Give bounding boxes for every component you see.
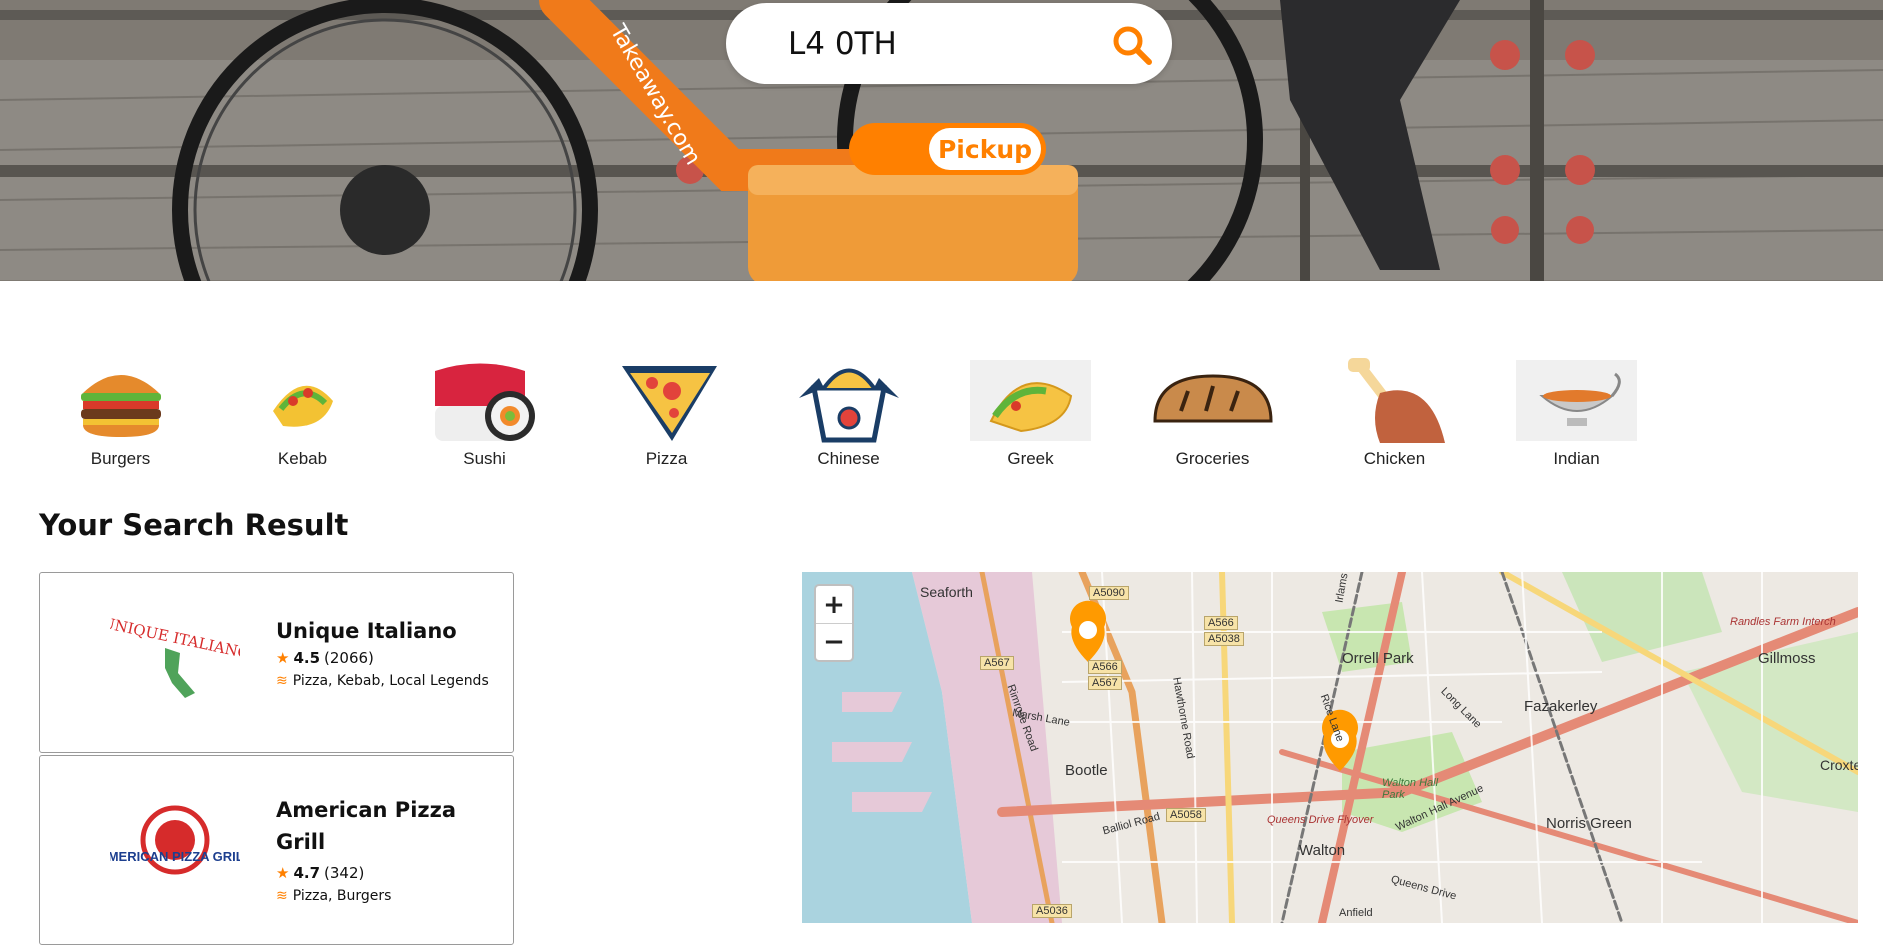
map-place-label: Croxte — [1820, 757, 1858, 773]
road-shield: A567 — [1088, 676, 1122, 690]
star-icon: ★ — [276, 649, 290, 667]
zoom-out-button[interactable]: − — [816, 623, 852, 660]
map-place-label: Walton — [1299, 842, 1346, 859]
restaurant-name[interactable]: American Pizza Grill — [276, 794, 496, 858]
road-shield: A5090 — [1089, 586, 1129, 600]
category-groceries[interactable]: Groceries — [1150, 360, 1275, 469]
category-greek[interactable]: Greek — [968, 360, 1093, 469]
road-shield: A567 — [980, 656, 1014, 670]
postcode-search-input[interactable] — [788, 25, 1088, 62]
indian-icon — [1516, 360, 1637, 441]
results-title: Your Search Result — [39, 508, 349, 542]
category-pizza[interactable]: Pizza — [604, 360, 729, 469]
category-chinese[interactable]: Chinese — [786, 360, 911, 469]
road-shield: A566 — [1204, 616, 1238, 630]
pizza-icon — [606, 360, 727, 441]
restaurant-rating: ★ 4.7 (342) — [276, 864, 365, 882]
map-place-label: Fazakerley — [1524, 698, 1598, 715]
delivery-pickup-toggle[interactable]: Pickup — [849, 123, 1046, 175]
greek-icon — [970, 360, 1091, 441]
postcode-search-box[interactable] — [726, 3, 1172, 84]
restaurant-cuisines: ≋ Pizza, Burgers — [276, 888, 392, 904]
category-sushi[interactable]: Sushi — [422, 360, 547, 469]
street-label: Anfield — [1339, 907, 1373, 919]
map-zoom-control: + − — [814, 584, 854, 662]
cuisine-icon: ≋ — [276, 888, 288, 904]
zoom-in-button[interactable]: + — [816, 586, 852, 623]
map-tiles — [802, 572, 1858, 923]
chicken-icon — [1334, 358, 1455, 443]
restaurant-card[interactable]: UNIQUE ITALIANO Unique Italiano ★ 4.5 (20… — [39, 572, 514, 753]
category-chicken[interactable]: Chicken — [1332, 358, 1457, 469]
map-place-label: Gillmoss — [1758, 650, 1816, 667]
category-indian[interactable]: Indian — [1514, 360, 1639, 469]
map-place-label: Orrell Park — [1342, 650, 1414, 667]
chinese-icon — [788, 360, 909, 443]
map-place-label: Randles Farm Interch — [1730, 616, 1836, 628]
kebab-icon — [242, 360, 363, 441]
map-place-label: Bootle — [1065, 762, 1108, 779]
pickup-option[interactable]: Pickup — [929, 128, 1041, 170]
restaurant-logo: UNIQUE ITALIANO — [101, 613, 251, 723]
road-shield: A5036 — [1032, 904, 1072, 918]
groceries-icon — [1152, 360, 1273, 441]
category-kebab[interactable]: Kebab — [240, 360, 365, 469]
road-shield: A566 — [1088, 660, 1122, 674]
restaurant-rating: ★ 4.5 (2066) — [276, 649, 374, 667]
map-place-label: Queens Drive Flyover — [1267, 814, 1374, 826]
search-icon[interactable] — [1110, 23, 1154, 67]
road-shield: A5038 — [1204, 632, 1244, 646]
road-shield: A5058 — [1166, 808, 1206, 822]
map-place-label: Norris Green — [1546, 815, 1632, 832]
category-burgers[interactable]: Burgers — [58, 360, 183, 469]
restaurant-cuisines: ≋ Pizza, Kebab, Local Legends — [276, 673, 489, 689]
results-map[interactable]: + − Seaforth Orrell Park Gillmoss Fazake… — [802, 572, 1858, 923]
star-icon: ★ — [276, 864, 290, 882]
hero-banner: Takeaway.com Pickup — [0, 0, 1883, 281]
sushi-icon — [424, 360, 545, 441]
restaurant-logo: AMERICAN PIZZA GRILL — [98, 796, 252, 906]
map-place-label: Walton Hall Park — [1382, 777, 1439, 801]
restaurant-card[interactable]: AMERICAN PIZZA GRILL American Pizza Gril… — [39, 755, 514, 945]
svg-text:AMERICAN PIZZA GRILL: AMERICAN PIZZA GRILL — [110, 849, 240, 864]
cuisine-icon: ≋ — [276, 673, 288, 689]
restaurant-name[interactable]: Unique Italiano — [276, 615, 496, 647]
map-place-label: Seaforth — [920, 584, 973, 600]
burger-icon — [60, 360, 181, 441]
